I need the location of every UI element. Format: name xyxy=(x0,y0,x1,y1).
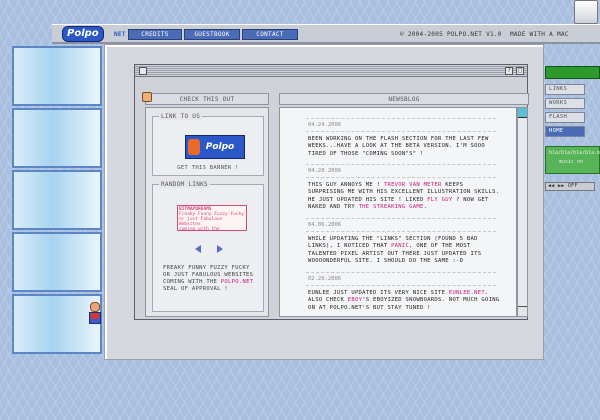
get-banner-caption: GET THIS BANNER ! xyxy=(177,165,239,171)
polpo-banner[interactable]: Polpo xyxy=(185,135,245,159)
random-links-legend: RANDOM LINKS xyxy=(159,181,210,188)
made-with-mac-text: MADE WITH A MAC xyxy=(510,31,569,38)
sidebar-item-works[interactable]: WORKS xyxy=(545,98,585,109)
music-off-label: OFF xyxy=(567,183,578,189)
news-scrollbar[interactable] xyxy=(517,107,528,317)
nav-contact[interactable]: CONTACT xyxy=(242,29,298,40)
news-link[interactable]: FLY GUY xyxy=(427,197,452,203)
next-arrow-icon[interactable] xyxy=(217,245,223,253)
newsblog-heading: NEWSBLOG xyxy=(279,93,529,105)
music-label: music on xyxy=(559,159,584,165)
ad-line: or just Fabulous Websites xyxy=(179,217,223,227)
sidebar-item-flash[interactable]: FLASH xyxy=(545,112,585,123)
polpo-logo[interactable]: Polpo xyxy=(62,26,104,42)
building-floor xyxy=(12,232,102,292)
divider xyxy=(306,231,496,232)
random-link-ad[interactable]: BITMAPDREAMS Freaky Funny Fuzzy Fucky or… xyxy=(177,205,247,232)
news-body: BEEN WORKING ON THE FLASH SECTION FOR TH… xyxy=(308,136,489,157)
nav-credits[interactable]: CREDITS xyxy=(128,29,182,40)
news-date: 04.06.2006 xyxy=(308,222,342,228)
banner-label: Polpo xyxy=(205,142,235,152)
building-floor xyxy=(12,108,102,168)
pixel-character xyxy=(86,302,104,328)
news-link[interactable]: EUNLEE.NET xyxy=(449,290,485,296)
copyright-text: © 2004-2005 POLPO.NET V1.0 xyxy=(400,31,502,38)
divider xyxy=(306,177,496,178)
polpo-link[interactable]: POLPO.NET xyxy=(221,279,254,285)
news-body: WHILE UPDATING THE "LINKS" SECTION (FOUN… xyxy=(308,236,503,266)
maximize-button[interactable]: □ xyxy=(516,67,524,75)
news-date: 04.24.2006 xyxy=(308,122,342,128)
link-to-us-legend: LINK TO US xyxy=(159,113,203,120)
divider xyxy=(306,272,496,273)
mac-icon xyxy=(574,0,598,24)
news-link[interactable]: TREVOR VAN METER xyxy=(384,182,442,188)
news-date: 04.20.2006 xyxy=(308,168,342,174)
news-body: EUNLEE JUST UPDATED ITS VERY NICE SITE E… xyxy=(308,290,503,312)
divider xyxy=(306,131,496,132)
building-floor xyxy=(12,170,102,230)
newsblog-panel: 04.24.2006 BEEN WORKING ON THE FLASH SEC… xyxy=(279,107,517,317)
divider xyxy=(306,164,496,165)
window-close-button[interactable] xyxy=(139,67,147,75)
prev-arrow-icon[interactable] xyxy=(195,245,201,253)
top-bar: Polpo net CREDITS GUESTBOOK CONTACT © 20… xyxy=(52,24,600,44)
news-link[interactable]: PANIC xyxy=(391,243,409,249)
banner-character-icon xyxy=(188,139,200,155)
news-link[interactable]: EBOY xyxy=(348,297,362,303)
divider xyxy=(306,218,496,219)
news-text: EUNLEE JUST UPDATED ITS VERY NICE SITE xyxy=(308,290,449,296)
window-titlebar: ? □ xyxy=(135,65,527,77)
news-text: THIS GUY ANNOYS ME ! xyxy=(308,182,384,188)
music-panel: bla/bla/bla/bla.blah music on xyxy=(545,146,600,174)
building-floor xyxy=(12,46,102,106)
caption-line: FREAKY FUNNY FUZZY FUCKY xyxy=(163,265,250,271)
random-links-caption: FREAKY FUNNY FUZZY FUCKY OR JUST FABULOU… xyxy=(163,265,263,293)
caption-line: SEAL OF APPROVAL ! xyxy=(163,286,229,292)
music-off-toggle[interactable]: ◀◀ ▶▶ OFF xyxy=(545,182,595,191)
scroll-up-button[interactable] xyxy=(518,108,527,118)
avatar-icon xyxy=(142,92,152,102)
caption-text: COMING WITH THE xyxy=(163,279,218,285)
sidebar-item-links[interactable]: LINKS xyxy=(545,84,585,95)
nav-guestbook[interactable]: GUESTBOOK xyxy=(184,29,240,40)
scroll-down-button[interactable] xyxy=(518,306,527,316)
help-button[interactable]: ? xyxy=(505,67,513,75)
music-track: bla/bla/bla/bla.blah xyxy=(549,150,600,156)
caption-line: COMING WITH THE POLPO.NET xyxy=(163,279,263,286)
check-this-out-panel: LINK TO US Polpo GET THIS BANNER ! RANDO… xyxy=(145,107,269,317)
divider xyxy=(306,285,496,286)
green-status-bar xyxy=(545,66,600,79)
link-to-us-section: LINK TO US Polpo GET THIS BANNER ! xyxy=(152,113,264,176)
sidebar-item-home[interactable]: HOME xyxy=(545,126,585,137)
divider xyxy=(306,118,496,119)
news-body: THIS GUY ANNOYS ME ! TREVOR VAN METER KE… xyxy=(308,182,503,212)
caption-line: OR JUST FABULOUS WEBSITES xyxy=(163,272,254,278)
logo-suffix: net xyxy=(114,31,126,38)
news-link[interactable]: THE STREAKING GAME xyxy=(359,204,424,210)
news-text: . xyxy=(423,204,428,211)
news-date: 02.20.2006 xyxy=(308,276,342,282)
check-this-out-heading: CHECK THIS OUT xyxy=(145,93,269,105)
ad-line: coming with the xyxy=(179,227,220,232)
content-window: ? □ CHECK THIS OUT NEWSBLOG LINK TO US P… xyxy=(134,64,529,320)
random-links-section: RANDOM LINKS BITMAPDREAMS Freaky Funny F… xyxy=(152,181,264,312)
